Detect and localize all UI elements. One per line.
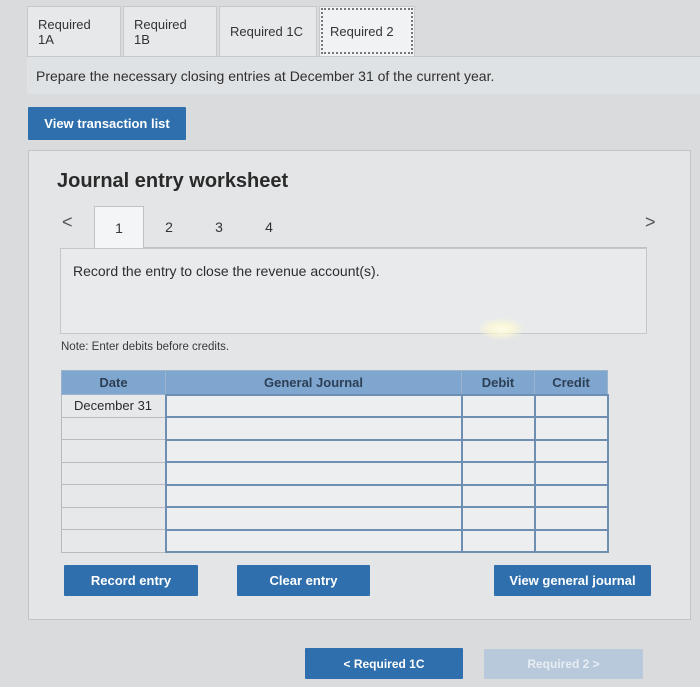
credit-input[interactable]: [533, 506, 609, 531]
debit-input[interactable]: [460, 416, 536, 441]
view-transaction-list-button[interactable]: View transaction list: [28, 107, 186, 140]
instruction-text: Prepare the necessary closing entries at…: [36, 68, 495, 84]
entry-description-box: [60, 248, 647, 334]
debit-input[interactable]: [460, 483, 536, 508]
credit-input[interactable]: [533, 461, 609, 486]
date-cell: December 31: [61, 394, 166, 418]
tab-required-2[interactable]: Required 2: [319, 6, 415, 56]
account-input[interactable]: [164, 416, 463, 441]
date-cell: [61, 529, 166, 553]
step-tab-3[interactable]: 3: [194, 206, 244, 248]
tab-required-1c[interactable]: Required 1C: [219, 6, 317, 56]
account-input[interactable]: [164, 506, 463, 531]
credit-input[interactable]: [533, 528, 609, 553]
record-entry-button[interactable]: Record entry: [64, 565, 198, 596]
step-tab-4[interactable]: 4: [244, 206, 294, 248]
date-cell: [61, 484, 166, 508]
credit-input[interactable]: [533, 438, 609, 463]
table-row: [61, 438, 609, 463]
credit-input[interactable]: [533, 483, 609, 508]
table-row: [61, 461, 609, 486]
next-required-2-button[interactable]: Required 2 >: [484, 649, 643, 679]
table-row: [61, 528, 609, 553]
table-row: [61, 506, 609, 531]
col-header-date: Date: [61, 370, 166, 395]
account-input[interactable]: [164, 393, 463, 418]
debit-credit-note: Note: Enter debits before credits.: [61, 341, 230, 353]
tab-required-1a[interactable]: Required 1A: [27, 6, 121, 56]
col-header-journal: General Journal: [165, 370, 462, 395]
account-input[interactable]: [164, 461, 463, 486]
view-general-journal-button[interactable]: View general journal: [494, 565, 651, 596]
debit-input[interactable]: [460, 506, 536, 531]
worksheet-title: Journal entry worksheet: [57, 170, 289, 192]
chevron-right-icon[interactable]: >: [645, 212, 656, 233]
debit-input[interactable]: [460, 438, 536, 463]
entry-description: Record the entry to close the revenue ac…: [73, 263, 380, 279]
credit-input[interactable]: [533, 393, 609, 418]
clear-entry-button[interactable]: Clear entry: [237, 565, 370, 596]
step-tabs: 1 2 3 4: [94, 206, 647, 249]
account-input[interactable]: [164, 438, 463, 463]
date-cell: [61, 439, 166, 463]
prev-required-1c-button[interactable]: < Required 1C: [305, 648, 463, 679]
table-row: December 31: [61, 393, 609, 418]
date-cell: [61, 461, 166, 485]
debit-input[interactable]: [460, 393, 536, 418]
tab-required-1b[interactable]: Required 1B: [123, 6, 217, 56]
chevron-left-icon[interactable]: <: [62, 212, 73, 233]
step-tab-2[interactable]: 2: [144, 206, 194, 248]
debit-input[interactable]: [460, 528, 536, 553]
account-input[interactable]: [164, 528, 463, 553]
tab-bar: Required 1A Required 1B Required 1C Requ…: [27, 6, 417, 56]
date-cell: [61, 506, 166, 530]
account-input[interactable]: [164, 483, 463, 508]
table-row: [61, 416, 609, 441]
date-cell: [61, 416, 166, 440]
step-tab-1[interactable]: 1: [94, 206, 144, 249]
col-header-credit: Credit: [534, 370, 608, 395]
debit-input[interactable]: [460, 461, 536, 486]
screen-glare: [478, 318, 524, 340]
col-header-debit: Debit: [461, 370, 535, 395]
table-row: [61, 483, 609, 508]
credit-input[interactable]: [533, 416, 609, 441]
journal-table: Date General Journal Debit Credit Decemb…: [61, 370, 609, 553]
